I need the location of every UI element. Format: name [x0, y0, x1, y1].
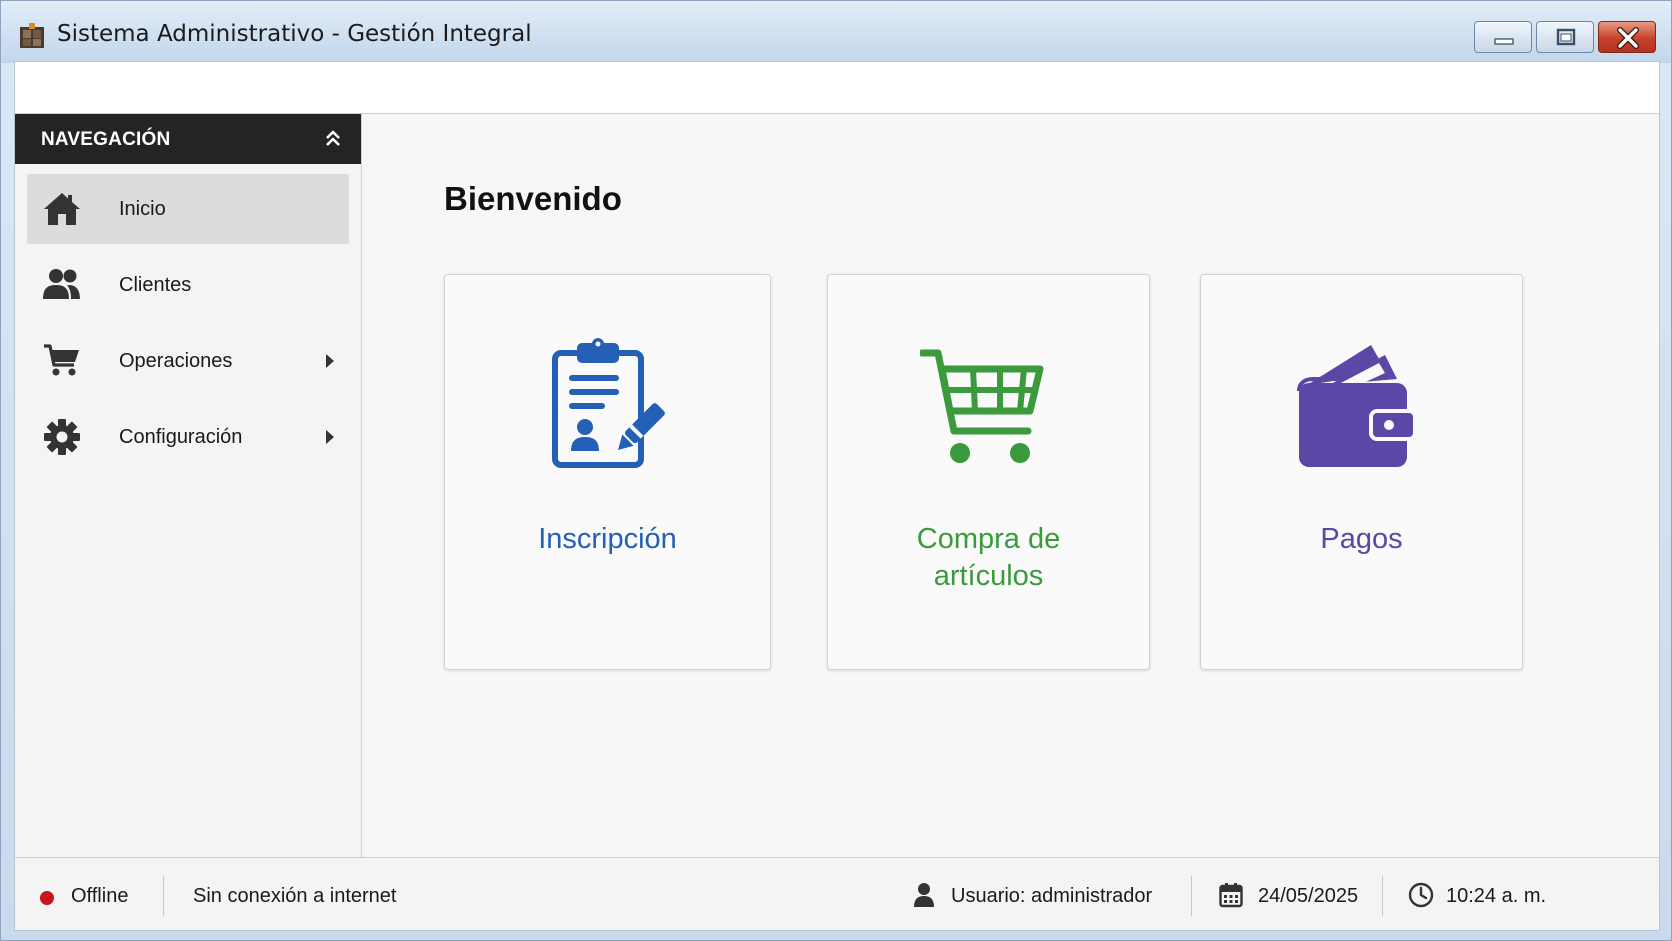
maximize-icon — [1556, 28, 1576, 46]
sidebar-item-label: Configuración — [119, 426, 243, 448]
chevron-double-up-icon[interactable] — [325, 128, 341, 148]
wallet-icon — [1297, 345, 1417, 467]
sidebar-item-label: Clientes — [119, 274, 192, 296]
sidebar-item-configuracion[interactable]: Configuración — [27, 402, 349, 472]
nav-header: NAVEGACIÓN — [15, 114, 361, 164]
home-icon — [44, 193, 80, 225]
app-window: Sistema Administrativo - Gestión Integra… — [0, 0, 1672, 941]
status-divider — [1382, 876, 1383, 916]
connection-status-dot — [40, 891, 54, 905]
card-label: Compra de artículos — [828, 521, 1149, 595]
card-inscripcion[interactable]: Inscripción — [444, 274, 771, 670]
window-title: Sistema Administrativo - Gestión Integra… — [57, 21, 532, 47]
status-divider — [163, 876, 164, 916]
connection-status: Offline — [71, 885, 129, 907]
chevron-right-icon — [326, 354, 334, 368]
minimize-icon — [1494, 38, 1514, 45]
card-compra-articulos[interactable]: Compra de artículos — [827, 274, 1150, 670]
users-icon — [43, 269, 80, 299]
page-title: Bienvenido — [444, 180, 622, 217]
cart-icon — [44, 344, 79, 376]
current-date: 24/05/2025 — [1258, 885, 1359, 907]
maximize-button[interactable] — [1536, 21, 1594, 53]
card-label-line1: Compra de — [916, 523, 1061, 555]
close-icon — [1617, 27, 1639, 49]
sidebar-item-inicio[interactable]: Inicio — [27, 174, 349, 244]
connection-message: Sin conexión a internet — [193, 885, 397, 907]
card-label: Inscripción — [538, 523, 677, 555]
close-button[interactable] — [1598, 21, 1656, 53]
sidebar-item-clientes[interactable]: Clientes — [27, 250, 349, 320]
chevron-right-icon — [326, 430, 334, 444]
sidebar-item-operaciones[interactable]: Operaciones — [27, 326, 349, 396]
current-time: 10:24 a. m. — [1446, 885, 1547, 907]
sidebar-item-label: Operaciones — [119, 350, 233, 372]
user-icon — [914, 883, 934, 907]
card-label-line2: artículos — [933, 560, 1044, 592]
nav-header-label: NAVEGACIÓN — [41, 129, 171, 150]
card-pagos[interactable]: Pagos — [1200, 274, 1523, 670]
gear-icon — [44, 419, 80, 455]
minimize-button[interactable] — [1474, 21, 1532, 53]
current-user: Usuario: administrador — [951, 885, 1153, 907]
status-divider — [1191, 876, 1192, 916]
main-content: Bienvenido Inscripción Compra de artícul… — [362, 114, 1659, 857]
title-bar[interactable]: Sistema Administrativo - Gestión Integra… — [1, 1, 1671, 63]
clipboard-edit-icon — [552, 338, 665, 468]
shopping-cart-icon — [920, 349, 1044, 463]
client-area: NAVEGACIÓN Inicio Clientes Operaciones C… — [14, 61, 1660, 931]
card-label: Pagos — [1320, 523, 1403, 555]
app-icon — [20, 23, 44, 48]
toolbar-strip — [15, 62, 1659, 114]
status-bar: Offline Sin conexión a internet Usuario:… — [15, 857, 1659, 930]
sidebar-item-label: Inicio — [119, 198, 166, 220]
sidebar: NAVEGACIÓN Inicio Clientes Operaciones C… — [15, 114, 362, 857]
calendar-icon — [1219, 883, 1243, 908]
clock-icon — [1408, 882, 1434, 908]
